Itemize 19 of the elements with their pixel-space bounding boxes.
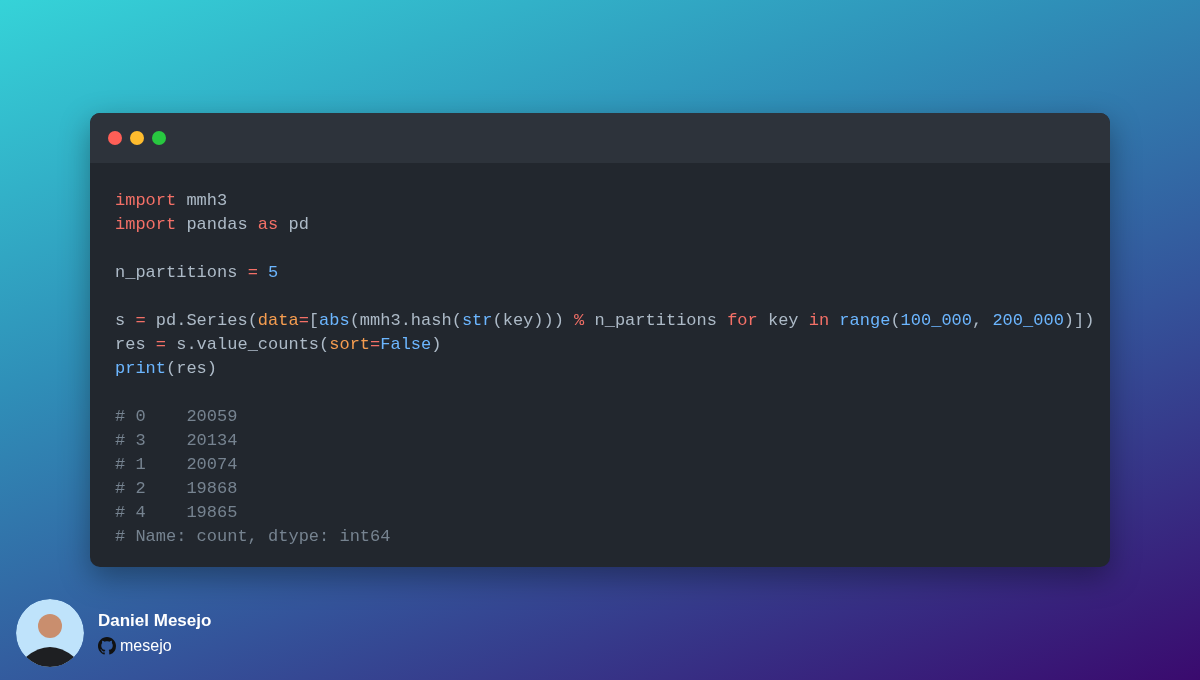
code-comment: # 0 20059 bbox=[115, 406, 238, 428]
window-control-dot[interactable] bbox=[152, 131, 166, 145]
window-control-dot[interactable] bbox=[108, 131, 122, 145]
author-handle: mesejo bbox=[120, 636, 172, 656]
code-comment: # 4 19865 bbox=[115, 502, 238, 524]
code-comment: # Name: count, dtype: int64 bbox=[115, 526, 391, 548]
code-comment: # 1 20074 bbox=[115, 454, 238, 476]
window-control-dot[interactable] bbox=[130, 131, 144, 145]
code-line: n_partitions = 5 bbox=[115, 262, 279, 284]
code-comment: # 3 20134 bbox=[115, 430, 238, 452]
code-line: import mmh3 bbox=[115, 190, 228, 212]
code-comment: # 2 19868 bbox=[115, 478, 238, 500]
github-icon bbox=[98, 637, 116, 655]
author-name: Daniel Mesejo bbox=[98, 610, 212, 632]
code-line: s = pd.Series(data=[abs(mmh3.hash(str(key))) % n_partitions for key in range(100_000, 200_000)]) bbox=[115, 310, 1095, 332]
code-line: import pandas as pd bbox=[115, 214, 309, 236]
avatar bbox=[16, 599, 84, 667]
code-line: res = s.value_counts(sort=False) bbox=[115, 334, 442, 356]
code-line: print(res) bbox=[115, 358, 218, 380]
